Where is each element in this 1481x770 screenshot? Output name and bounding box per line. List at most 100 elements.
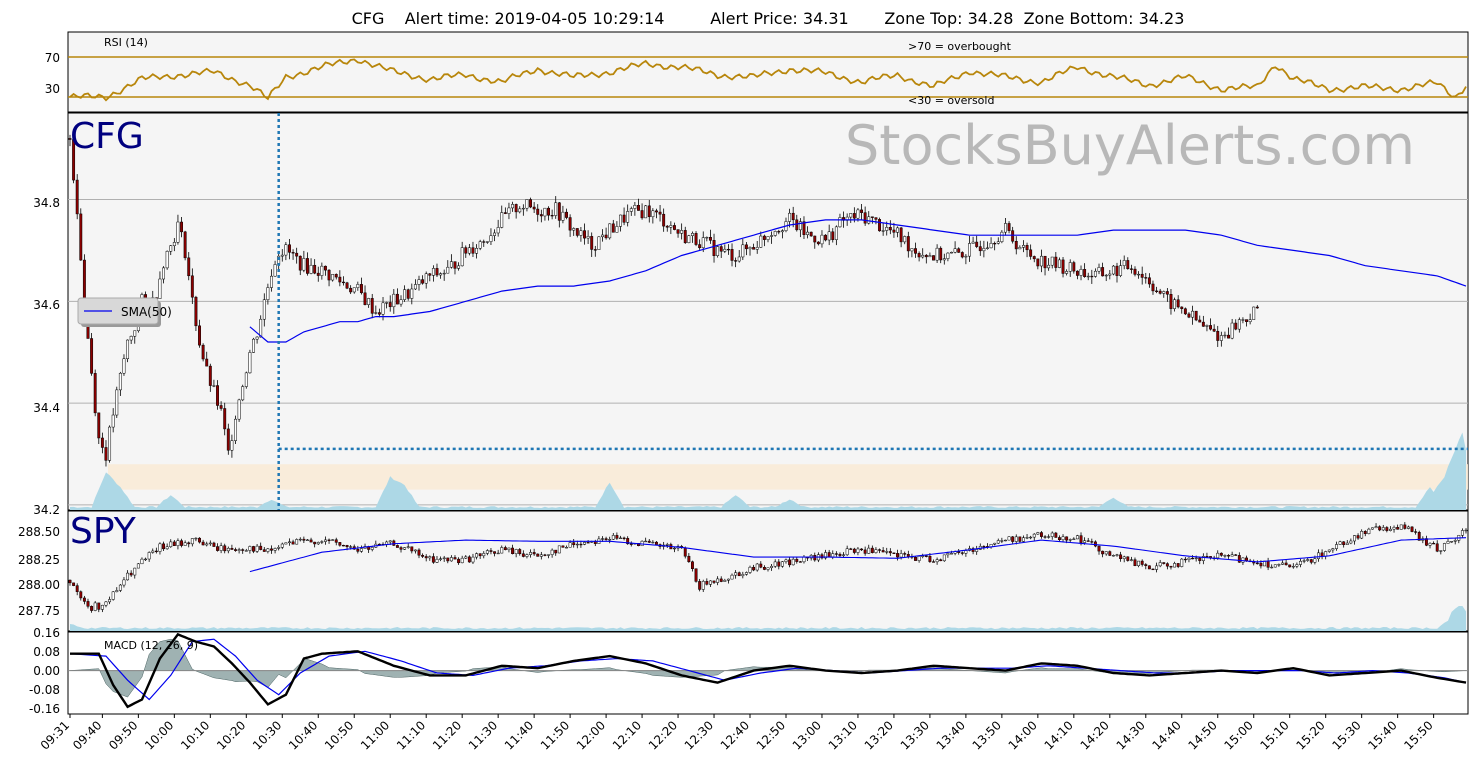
spy-candle-body <box>1367 528 1371 534</box>
price-candle-body <box>878 219 881 232</box>
price-candle-body <box>273 264 277 277</box>
spy-candle-body <box>1360 531 1364 539</box>
price-candle-body <box>1144 277 1148 279</box>
spy-candle-body <box>356 548 360 552</box>
spy-candle-body <box>1435 543 1439 552</box>
price-candle-body <box>741 244 745 258</box>
spy-candle-body <box>928 555 932 562</box>
spy-candle-body <box>266 548 270 552</box>
spy-candle-body <box>1374 526 1378 529</box>
spy-candle-body <box>1122 556 1126 559</box>
rsi-overbought-text: >70 = overbought <box>908 40 1012 53</box>
price-candle-body <box>1147 277 1151 285</box>
spy-candle-body <box>417 549 421 556</box>
price-candle-body <box>1191 310 1195 318</box>
price-candle-body <box>1205 325 1209 327</box>
spy-candle-body <box>935 559 939 563</box>
time-label-11: 11:20 <box>430 718 464 752</box>
price-candle-body <box>827 231 831 241</box>
spy-candle-body <box>172 541 176 546</box>
price-candle-body <box>194 296 198 327</box>
spy-candle-body <box>1219 552 1223 556</box>
price-candle-body <box>374 312 378 314</box>
price-candle-body <box>525 199 529 209</box>
spy-candle-body <box>723 579 727 582</box>
spy-candle-body <box>478 553 482 557</box>
spy-candle-body <box>108 599 112 603</box>
spy-candle-body <box>752 566 756 571</box>
spy-candle-body <box>1406 526 1410 529</box>
price-candle-body <box>1072 262 1076 272</box>
price-candle-body <box>655 210 658 213</box>
price-candle-body <box>413 284 417 290</box>
price-candle-body <box>1133 268 1137 275</box>
price-candle-body <box>230 440 234 451</box>
spy-candle-body <box>852 548 856 553</box>
spy-candle-body <box>1057 537 1061 541</box>
time-label-14: 11:50 <box>538 718 572 752</box>
spy-candle-body <box>1162 562 1166 564</box>
price-candle-body <box>744 244 748 250</box>
spy-candle-body <box>421 554 425 557</box>
price-candle-body <box>212 385 216 387</box>
spy-candle-body <box>1111 555 1115 557</box>
spy-candle-body <box>762 566 766 570</box>
spy-candle-body <box>126 572 130 581</box>
spy-candle-body <box>1029 536 1033 539</box>
spy-candle-body <box>1371 527 1374 530</box>
spy-candle-body <box>899 553 903 558</box>
price-candle-body <box>1212 328 1216 332</box>
spy-candle-body <box>1054 532 1058 538</box>
time-label-29: 14:20 <box>1078 718 1112 752</box>
spy-candle-body <box>1284 562 1288 566</box>
spy-candle-body <box>842 554 846 556</box>
price-candle-body <box>252 338 255 353</box>
spy-candle-body <box>683 547 687 557</box>
price-candle-body <box>773 231 777 236</box>
spy-candle-body <box>442 557 446 560</box>
price-candle-body <box>780 230 784 233</box>
price-candle-body <box>658 211 662 215</box>
price-candle-body <box>597 236 601 250</box>
spy-candle-body <box>575 543 579 546</box>
price-candle-body <box>359 284 363 294</box>
price-candle-body <box>457 265 461 269</box>
spy-candle-body <box>579 543 583 546</box>
spy-candle-body <box>291 541 295 545</box>
price-candle-body <box>165 251 169 269</box>
price-candle-body <box>1090 275 1094 278</box>
time-label-20: 12:50 <box>754 718 788 752</box>
spy-candle-body <box>100 604 104 610</box>
spy-candle-body <box>773 561 777 567</box>
price-candle-body <box>270 275 273 288</box>
price-candle-body <box>395 293 399 305</box>
time-label-28: 14:10 <box>1042 718 1076 752</box>
price-candle-body <box>449 261 453 268</box>
price-candle-body <box>1137 273 1141 276</box>
spy-candle-body <box>888 551 892 554</box>
spy-candle-body <box>288 541 291 544</box>
spy-candle-body <box>165 546 169 550</box>
spy-candle-body <box>1068 539 1072 541</box>
price-candle-body <box>284 244 288 256</box>
price-candle-body <box>417 279 421 285</box>
price-candle-body <box>626 211 630 223</box>
spy-candle-body <box>1392 527 1396 530</box>
price-candle-body <box>953 248 957 253</box>
spy-candle-body <box>543 554 547 556</box>
spy-candle-body <box>349 546 353 548</box>
spy-candle-body <box>586 542 590 544</box>
price-candle-body <box>1043 255 1047 269</box>
price-candle-body <box>126 339 130 359</box>
price-candle-body <box>406 289 410 299</box>
spy-candle-body <box>795 558 799 562</box>
price-candle-body <box>1234 322 1238 330</box>
spy-candle-body <box>1439 550 1443 552</box>
spy-candle-body <box>755 563 759 571</box>
spy-candle-body <box>183 542 187 546</box>
spy-candle-body <box>475 553 479 558</box>
price-candle-body <box>1255 306 1259 309</box>
spy-candle-body <box>223 545 227 552</box>
spy-candle-body <box>1446 541 1450 544</box>
spy-candle-body <box>550 549 554 555</box>
